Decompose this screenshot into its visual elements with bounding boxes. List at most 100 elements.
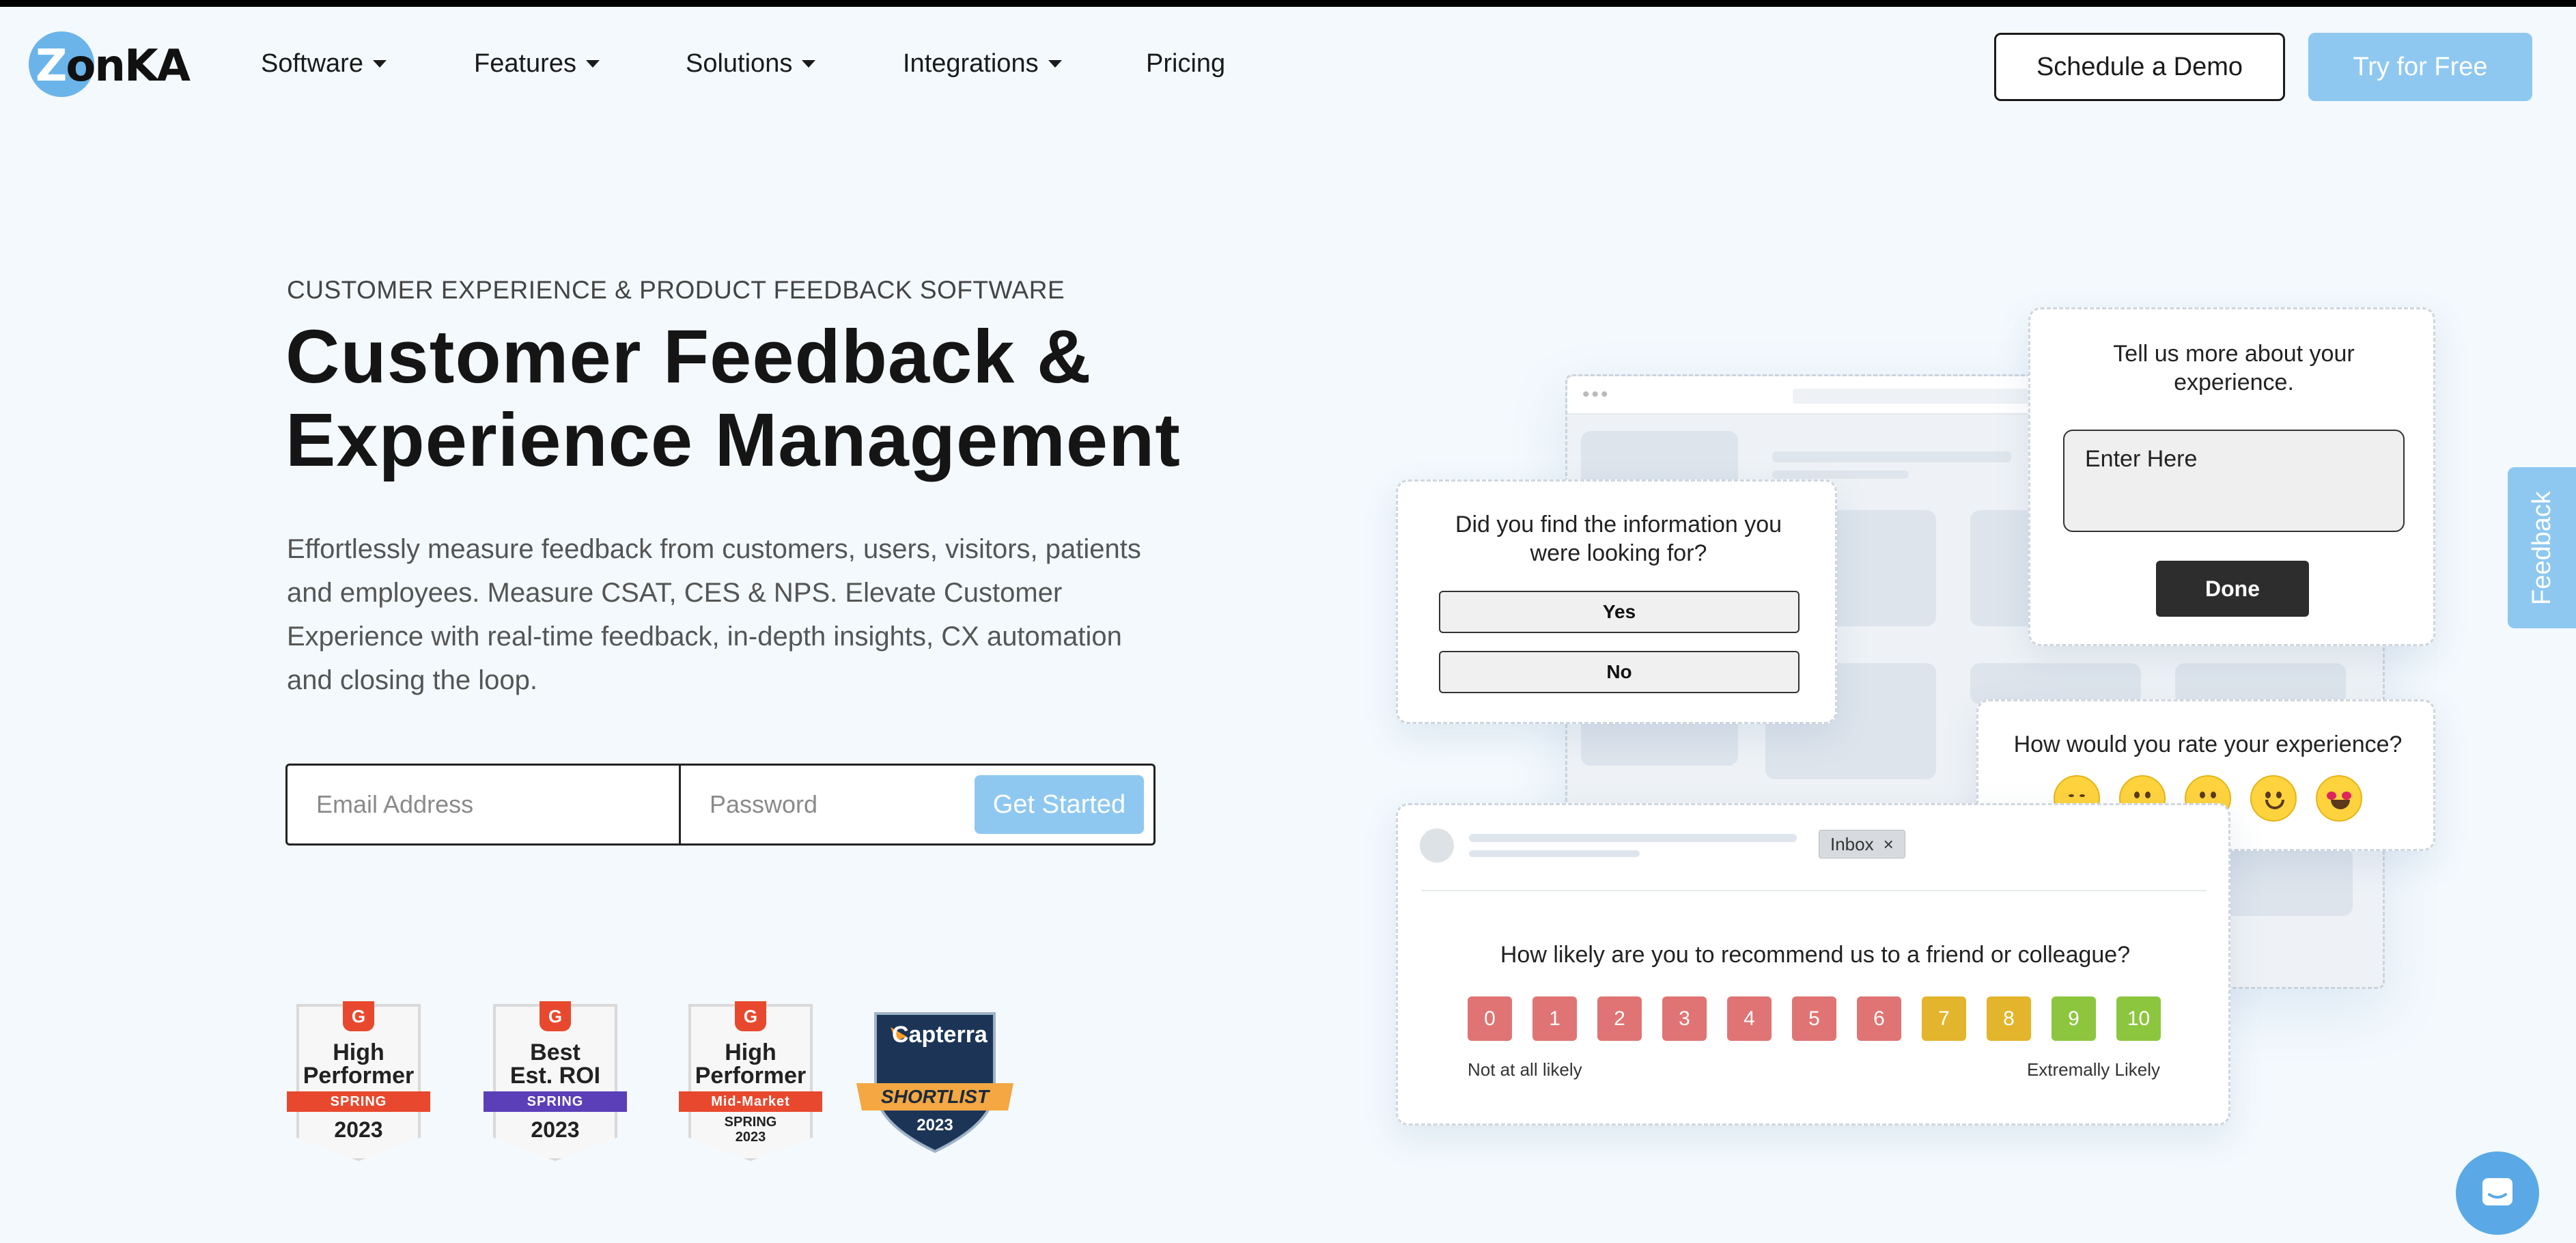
feedback-textarea[interactable]: Enter Here [2063,430,2405,532]
nav-features[interactable]: Features [474,49,600,79]
badge-title-line1: Best [530,1039,580,1065]
nav-solutions-label: Solutions [686,49,793,78]
g2-badge-high-performer: G High Performer SPRING 2023 [287,998,430,1169]
badge-year: 2023 [531,1117,580,1142]
nps-score-button[interactable]: 0 [1468,996,1512,1041]
badge-year: SPRING 2023 [679,1115,822,1145]
placeholder-block [2175,663,2346,704]
avatar [1420,828,1454,863]
capterra-ribbon: SHORTLIST [880,1086,990,1107]
placeholder-line [1469,834,1797,842]
nav-integrations-label: Integrations [903,49,1039,78]
hero-description: Effortlessly measure feedback from custo… [287,534,1141,695]
nps-email-card: Inbox × How likely are you to recommend … [1396,803,2230,1126]
nps-score-button[interactable]: 10 [2116,996,2161,1041]
close-icon[interactable]: × [1884,834,1894,855]
info-found-survey-card: Did you find the information you were lo… [1396,479,1837,724]
rate-question: How would you rate your experience? [2013,731,2403,757]
url-bar [1793,389,2066,404]
zonka-logo[interactable]: ZonKA [29,29,191,100]
nps-score-button[interactable]: 1 [1532,996,1577,1041]
logo-wordmark: ZonKA [36,41,191,92]
hero-title-line2: Experience Management [285,398,1181,482]
nps-scale: 0 1 2 3 4 5 6 7 8 9 10 [1468,996,2161,1041]
nps-high-label: Extremally Likely [2026,1059,2160,1080]
nps-score-button[interactable]: 4 [1727,996,1772,1041]
nav-software[interactable]: Software [261,49,387,79]
get-started-button[interactable]: Get Started [975,775,1144,834]
hero-eyebrow: CUSTOMER EXPERIENCE & PRODUCT FEEDBACK S… [287,276,1065,304]
capterra-year: 2023 [916,1116,953,1134]
g2-logo-icon: G [343,1001,374,1031]
badge-ribbon: SPRING [484,1091,627,1112]
nps-score-button[interactable]: 3 [1662,996,1707,1041]
badge-title: High Performer [287,1041,430,1087]
nav-integrations[interactable]: Integrations [903,49,1062,79]
nps-score-button[interactable]: 2 [1597,996,1642,1041]
caret-down-icon [372,60,387,68]
badge-title-line1: High [333,1039,384,1065]
nps-low-label: Not at all likely [1468,1059,1582,1080]
caret-down-icon [802,60,816,68]
badge-ribbon: SPRING [287,1091,430,1112]
g2-badge-best-roi: G Best Est. ROI SPRING 2023 [484,998,627,1169]
badge-title-line2: Est. ROI [509,1063,601,1089]
badge-title: Best Est. ROI [484,1041,627,1087]
g2-logo-icon: G [540,1001,571,1031]
chat-launcher-button[interactable] [2456,1151,2539,1235]
badge-ribbon: Mid-Market [679,1091,822,1112]
email-input[interactable]: Email Address [288,766,681,843]
badge-year-line1: SPRING [724,1115,777,1130]
placeholder-block [2223,848,2353,916]
capterra-shortlist-badge: Capterra SHORTLIST 2023 [856,1007,1013,1157]
nav-pricing-label: Pricing [1146,49,1226,78]
nps-question: How likely are you to recommend us to a … [1500,942,2131,968]
nav-software-label: Software [261,49,363,78]
info-found-question: Did you find the information you were lo… [1455,512,1782,566]
try-free-button[interactable]: Try for Free [2308,33,2532,101]
heart-eyes-face-icon[interactable] [2316,775,2362,822]
chat-icon [2482,1178,2512,1205]
badge-title-line2: Performer [303,1063,415,1089]
yes-button[interactable]: Yes [1439,591,1800,633]
tell-more-question: Tell us more about your experience. [2113,341,2355,395]
badge-title: High Performer [679,1041,822,1087]
nav-pricing[interactable]: Pricing [1146,49,1225,79]
logo-letter-z: Z [36,41,67,92]
signup-form: Email Address Password Get Started [285,764,1156,846]
hero-title: Customer Feedback & Experience Managemen… [285,316,1242,482]
nps-score-button[interactable]: 7 [1922,996,1966,1041]
g2-badge-mid-market: G High Performer Mid-Market SPRING 2023 [679,998,822,1169]
placeholder-block [1970,663,2141,704]
nps-score-button[interactable]: 8 [1987,996,2031,1041]
no-button[interactable]: No [1439,651,1800,693]
inbox-tag[interactable]: Inbox × [1819,830,1905,858]
top-border [0,0,2576,7]
divider [1421,890,2207,891]
top-nav: ZonKA Software Features Solutions Integr… [0,7,2576,116]
nps-score-button[interactable]: 6 [1857,996,1901,1041]
window-dots-icon: ••• [1582,383,1610,406]
slight-smile-face-icon[interactable] [2250,775,2297,822]
g2-logo-icon: G [735,1001,766,1031]
feedback-tab-label: Feedback [2527,490,2556,605]
placeholder-line [1772,451,2011,462]
caret-down-icon [1048,60,1062,68]
placeholder-line [1772,471,1909,479]
badge-title-line2: Performer [695,1063,807,1089]
inbox-tag-label: Inbox [1830,833,1874,854]
logo-letters: onKA [66,41,191,92]
placeholder-line [1469,850,1640,857]
nav-solutions[interactable]: Solutions [686,49,816,79]
badge-year: 2023 [334,1117,383,1142]
capterra-brand: Capterra [892,1022,988,1048]
nps-score-button[interactable]: 5 [1792,996,1836,1041]
feedback-side-tab[interactable]: Feedback [2508,467,2576,628]
tell-more-survey-card: Tell us more about your experience. Ente… [2028,307,2435,646]
nps-score-button[interactable]: 9 [2052,996,2096,1041]
schedule-demo-button[interactable]: Schedule a Demo [1994,33,2285,101]
caret-down-icon [585,60,600,68]
badge-year-line2: 2023 [735,1130,766,1145]
done-button[interactable]: Done [2156,561,2309,617]
hero-title-line1: Customer Feedback & [285,315,1092,399]
